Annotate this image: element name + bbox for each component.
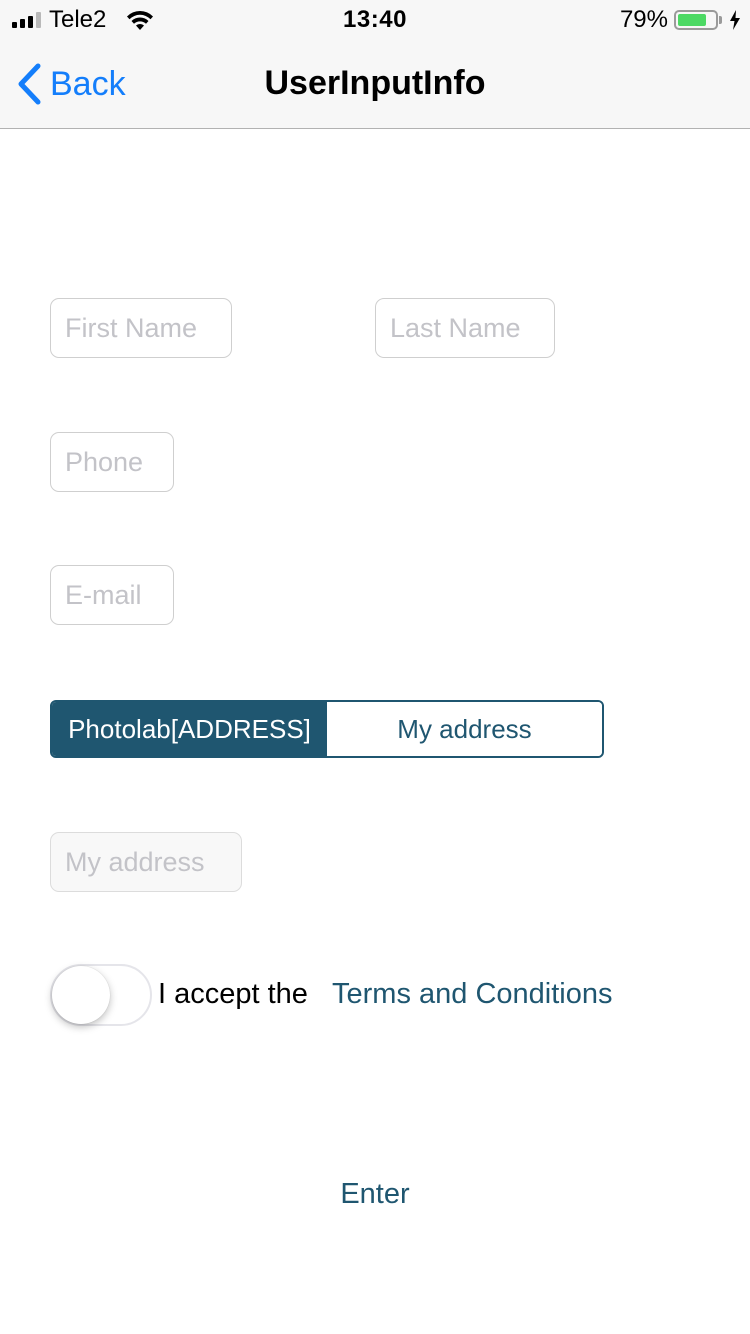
page-title: UserInputInfo: [264, 64, 486, 102]
address-type-segmented-control: Photolab[ADDRESS] My address: [50, 700, 604, 758]
segment-my-address[interactable]: My address: [327, 702, 602, 756]
terms-toggle[interactable]: [50, 964, 152, 1026]
navigation-bar: Back UserInputInfo: [0, 40, 750, 129]
last-name-input[interactable]: [375, 298, 555, 358]
address-input[interactable]: [50, 832, 242, 892]
status-bar: Tele2 13:40 79%: [0, 0, 750, 40]
accept-label: I accept the: [158, 978, 308, 1010]
email-input[interactable]: [50, 565, 174, 625]
battery-cap: [719, 16, 722, 24]
enter-button[interactable]: Enter: [0, 1178, 750, 1211]
segment-photolab-address[interactable]: Photolab[ADDRESS]: [52, 702, 327, 756]
battery-group: 79%: [620, 6, 742, 34]
battery-icon: [674, 10, 718, 30]
phone-input[interactable]: [50, 432, 174, 492]
toggle-knob: [52, 966, 110, 1024]
first-name-input[interactable]: [50, 298, 232, 358]
battery-percent: 79%: [619, 6, 668, 33]
terms-and-conditions-link[interactable]: Terms and Conditions: [332, 978, 612, 1011]
charging-bolt-icon: [730, 10, 740, 30]
battery-fill: [678, 14, 706, 26]
